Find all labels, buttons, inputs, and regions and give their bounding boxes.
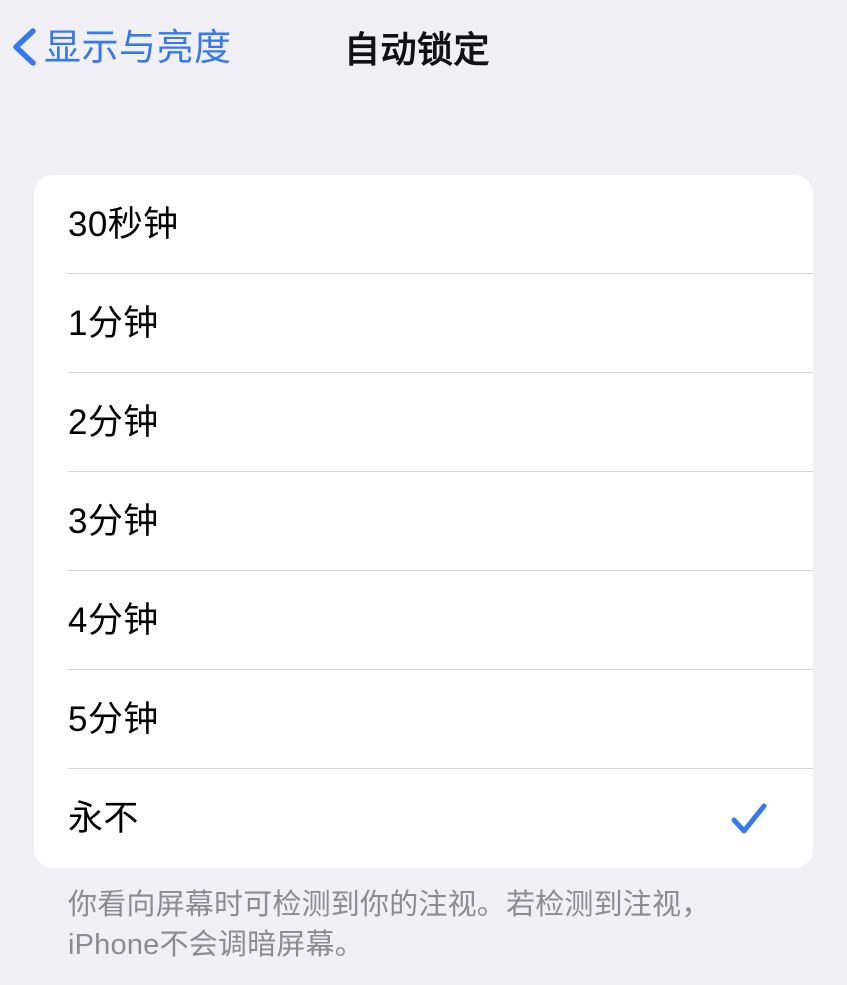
list-item[interactable]: 3分钟 — [34, 472, 813, 571]
list-item[interactable]: 2分钟 — [34, 373, 813, 472]
list-item-label: 1分钟 — [68, 304, 159, 343]
list-item-label: 5分钟 — [68, 700, 159, 739]
checkmark-slot — [729, 700, 769, 740]
list-item[interactable]: 4分钟 — [34, 571, 813, 670]
chevron-left-icon — [8, 25, 42, 69]
page-title: 自动锁定 — [344, 29, 491, 70]
list-item-label: 2分钟 — [68, 403, 159, 442]
navigation-bar: 显示与亮度 自动锁定 — [0, 0, 847, 95]
list-item-label: 3分钟 — [68, 502, 159, 541]
checkmark-icon — [729, 799, 779, 839]
checkmark-slot — [729, 205, 769, 245]
back-button-label: 显示与亮度 — [44, 26, 232, 68]
checkmark-slot — [729, 601, 769, 641]
list-item[interactable]: 永不 — [34, 769, 813, 868]
checkmark-slot — [729, 304, 769, 344]
back-button[interactable]: 显示与亮度 — [8, 18, 232, 76]
list-item[interactable]: 1分钟 — [34, 274, 813, 373]
list-item[interactable]: 5分钟 — [34, 670, 813, 769]
footer-note: 你看向屏幕时可检测到你的注视。若检测到注视，iPhone不会调暗屏幕。 — [68, 889, 711, 961]
checkmark-slot — [729, 502, 769, 542]
list-item-label: 永不 — [68, 799, 139, 838]
auto-lock-options-list: 30秒钟 1分钟 2分钟 3分钟 4分钟 5分钟 永不 — [34, 175, 813, 868]
list-item[interactable]: 30秒钟 — [34, 175, 813, 274]
list-item-label: 4分钟 — [68, 601, 159, 640]
list-item-label: 30秒钟 — [68, 205, 179, 244]
checkmark-slot — [729, 403, 769, 443]
